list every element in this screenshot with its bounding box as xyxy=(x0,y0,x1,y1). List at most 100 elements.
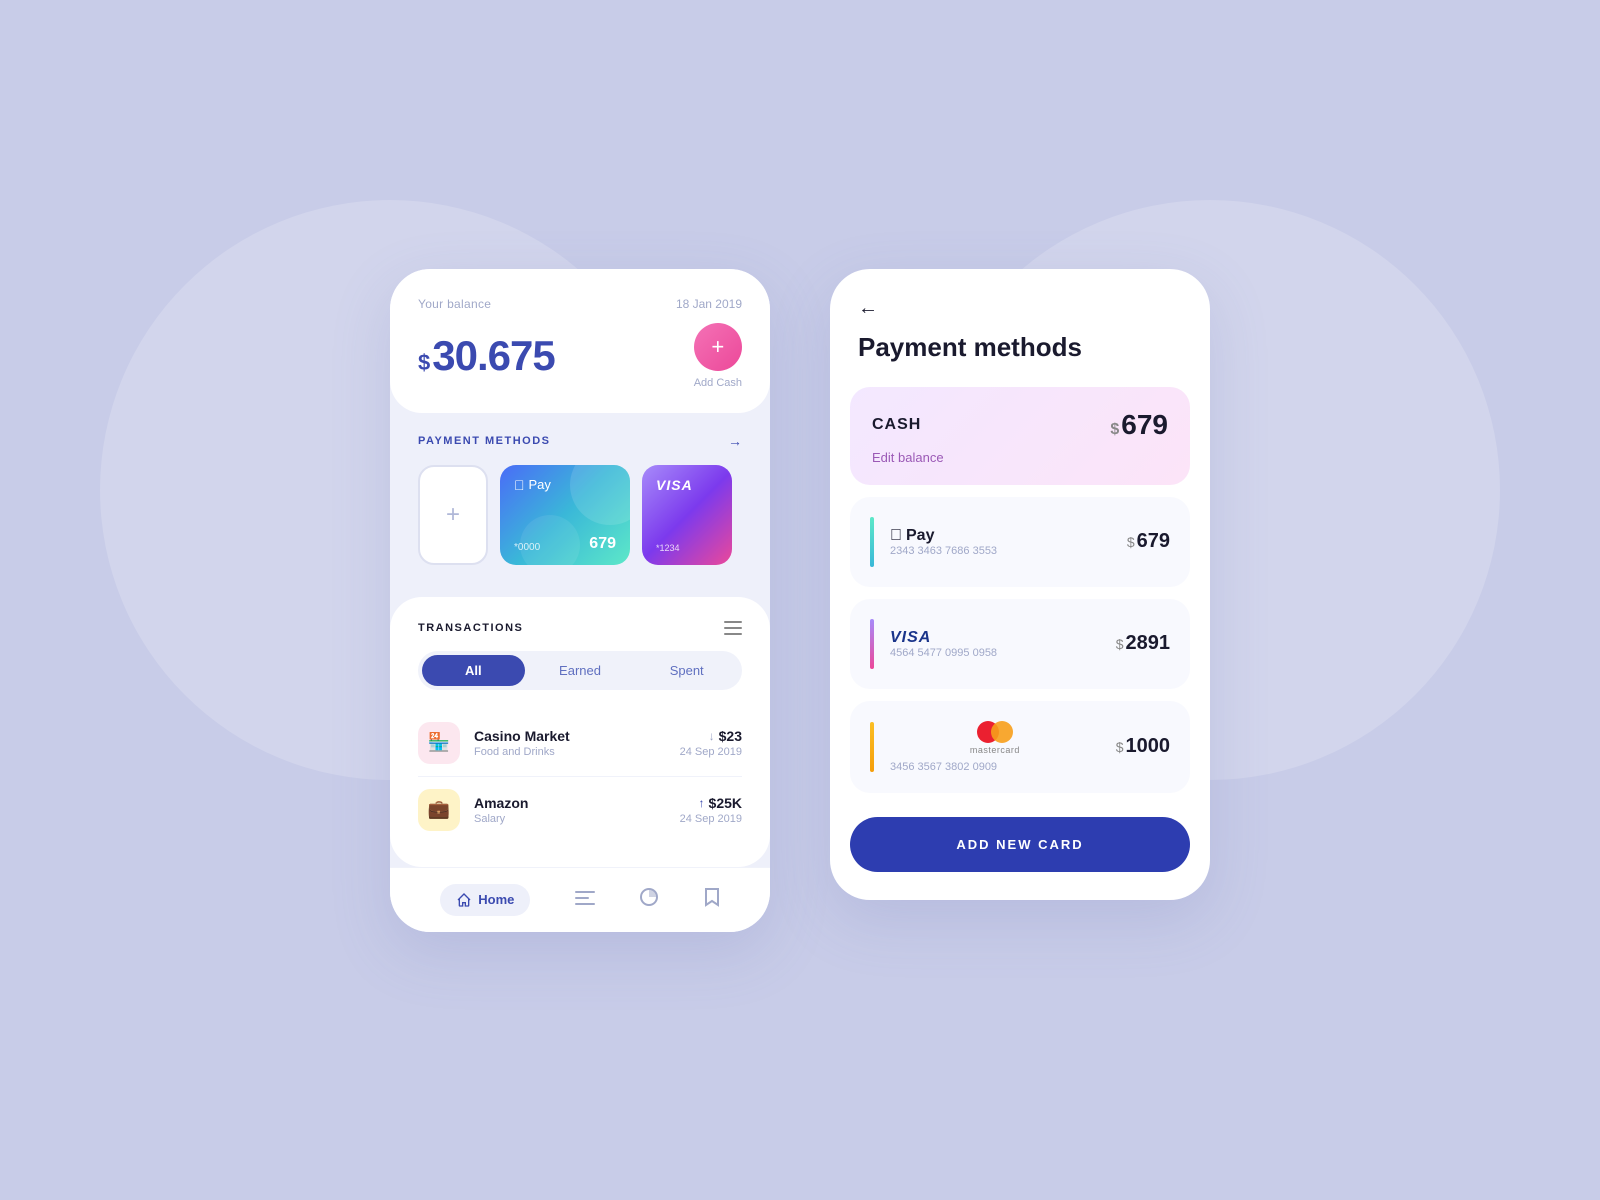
cash-label: CASH xyxy=(872,416,921,434)
add-new-card-button[interactable]: ADD NEW CARD xyxy=(850,817,1190,872)
visa-amount-value: 2891 xyxy=(1126,632,1171,655)
add-card-button[interactable]: + xyxy=(418,465,488,565)
applepay-card-bottom: *0000 679 xyxy=(514,535,616,553)
casino-date: 24 Sep 2019 xyxy=(680,746,742,758)
transaction-amazon: 💼 Amazon Salary ↑ $25K 24 Sep 2019 xyxy=(418,777,742,843)
balance-dollar-sign: $ xyxy=(418,350,430,376)
mc-circle-yellow xyxy=(991,721,1013,743)
applepay-number: 2343 3463 7686 3553 xyxy=(890,545,1111,557)
applepay-text: Pay xyxy=(529,477,551,492)
applepay-logo:  Pay xyxy=(514,477,616,493)
hamburger-icon[interactable] xyxy=(724,621,742,635)
visa-card-number: *1234 xyxy=(656,543,680,553)
mastercard-logo: mastercard xyxy=(890,721,1100,755)
payment-methods-arrow-icon[interactable]: → xyxy=(728,433,742,449)
mastercard-text: mastercard xyxy=(970,745,1020,755)
applepay-card-balance: 679 xyxy=(589,535,616,553)
visa-amount: $ 2891 xyxy=(1116,632,1170,655)
amazon-category: Salary xyxy=(474,813,666,825)
hamburger-line-2 xyxy=(724,627,742,629)
payment-cards-list: CASH $ 679 Edit balance  Pay 2343 3463 … xyxy=(830,379,1210,801)
casino-category: Food and Drinks xyxy=(474,746,666,758)
amazon-icon: 💼 xyxy=(418,789,460,831)
tab-spent[interactable]: Spent xyxy=(635,655,738,686)
phone-left: Your balance 18 Jan 2019 $ 30.675 + Add … xyxy=(390,269,770,932)
balance-date: 18 Jan 2019 xyxy=(676,297,742,311)
visa-payment-item[interactable]: VISA 4564 5477 0995 0958 $ 2891 xyxy=(850,599,1190,689)
hamburger-line-1 xyxy=(724,621,742,623)
casino-info: Casino Market Food and Drinks xyxy=(474,728,666,758)
payment-methods-title: PAYMENT METHODS xyxy=(418,435,551,447)
arrow-down-icon: ↓ xyxy=(709,729,715,743)
home-icon xyxy=(456,892,472,908)
mastercard-number: 3456 3567 3802 0909 xyxy=(890,761,1100,773)
add-cash-label: Add Cash xyxy=(694,377,742,389)
tab-earned[interactable]: Earned xyxy=(529,655,632,686)
amazon-date: 24 Sep 2019 xyxy=(680,813,742,825)
nav-bookmark-icon[interactable] xyxy=(704,887,720,912)
transaction-casino: 🏪 Casino Market Food and Drinks ↓ $23 24… xyxy=(418,710,742,777)
bottom-nav: Home xyxy=(390,867,770,932)
mastercard-circles xyxy=(977,721,1013,743)
phone-right: ← Payment methods CASH $ 679 Edit balanc… xyxy=(830,269,1210,900)
edit-balance-link[interactable]: Edit balance xyxy=(872,450,944,465)
apple-pay-apple-icon:  xyxy=(890,527,902,545)
applepay-payment-item[interactable]:  Pay 2343 3463 7686 3553 $ 679 xyxy=(850,497,1190,587)
mastercard-card-info: mastercard 3456 3567 3802 0909 xyxy=(890,721,1100,773)
transactions-section: TRANSACTIONS All Earned Spent 🏪 Casino M… xyxy=(390,597,770,867)
hamburger-line-3 xyxy=(724,633,742,635)
visa-color-bar xyxy=(870,619,874,669)
cash-dollar-sign: $ xyxy=(1110,421,1119,439)
amazon-info: Amazon Salary xyxy=(474,795,666,825)
back-arrow-icon[interactable]: ← xyxy=(858,297,1182,320)
page-title: Payment methods xyxy=(858,332,1182,363)
casino-amount: ↓ $23 xyxy=(680,728,742,744)
applepay-amount-value: 679 xyxy=(1137,530,1170,553)
visa-card-logo: VISA xyxy=(890,629,1100,647)
mastercard-amount-dollar: $ xyxy=(1116,739,1124,755)
applepay-card-number: *0000 xyxy=(514,542,540,553)
applepay-card[interactable]:  Pay *0000 679 xyxy=(500,465,630,565)
tab-all[interactable]: All xyxy=(422,655,525,686)
nav-chart-icon[interactable] xyxy=(639,887,659,912)
applepay-amount-dollar: $ xyxy=(1127,534,1135,550)
mastercard-amount-value: 1000 xyxy=(1126,735,1171,758)
nav-home-label: Home xyxy=(478,892,514,907)
nav-home-button[interactable]: Home xyxy=(440,884,530,916)
transactions-title: TRANSACTIONS xyxy=(418,622,523,634)
applepay-card-logo:  Pay xyxy=(890,527,1111,545)
cash-amount-value: 679 xyxy=(1121,409,1168,441)
add-cash-circle: + xyxy=(694,323,742,371)
amazon-amount: ↑ $25K xyxy=(680,795,742,811)
cards-row: +  Pay *0000 679 VISA *1234 xyxy=(418,465,742,585)
right-header: ← Payment methods xyxy=(830,269,1210,379)
cash-card[interactable]: CASH $ 679 Edit balance xyxy=(850,387,1190,485)
mastercard-amount: $ 1000 xyxy=(1116,735,1170,758)
screens-wrapper: Your balance 18 Jan 2019 $ 30.675 + Add … xyxy=(390,269,1210,932)
mastercard-payment-item[interactable]: mastercard 3456 3567 3802 0909 $ 1000 xyxy=(850,701,1190,793)
applepay-brand: Pay xyxy=(906,527,934,545)
balance-number: 30.675 xyxy=(432,332,554,380)
filter-tabs: All Earned Spent xyxy=(418,651,742,690)
visa-card-bottom: *1234 xyxy=(656,543,718,553)
visa-amount-dollar: $ xyxy=(1116,636,1124,652)
add-cash-button[interactable]: + Add Cash xyxy=(694,323,742,389)
amazon-name: Amazon xyxy=(474,795,666,811)
balance-label: Your balance xyxy=(418,297,491,311)
arrow-up-icon: ↑ xyxy=(699,796,705,810)
mastercard-color-bar xyxy=(870,722,874,772)
visa-card[interactable]: VISA *1234 xyxy=(642,465,732,565)
balance-amount-row: $ 30.675 + Add Cash xyxy=(418,323,742,389)
cash-amount: $ 679 xyxy=(1110,409,1168,441)
casino-name: Casino Market xyxy=(474,728,666,744)
casino-amount-col: ↓ $23 24 Sep 2019 xyxy=(680,728,742,758)
nav-menu-icon[interactable] xyxy=(575,889,595,910)
payment-methods-header: PAYMENT METHODS → xyxy=(418,433,742,449)
balance-section: Your balance 18 Jan 2019 $ 30.675 + Add … xyxy=(390,269,770,413)
applepay-amount: $ 679 xyxy=(1127,530,1170,553)
applepay-color-bar xyxy=(870,517,874,567)
apple-icon:  xyxy=(514,477,525,493)
visa-logo: VISA xyxy=(656,477,718,493)
payment-methods-section: PAYMENT METHODS → +  Pay *0000 679 VISA xyxy=(390,413,770,585)
cash-top-row: CASH $ 679 xyxy=(872,409,1168,441)
